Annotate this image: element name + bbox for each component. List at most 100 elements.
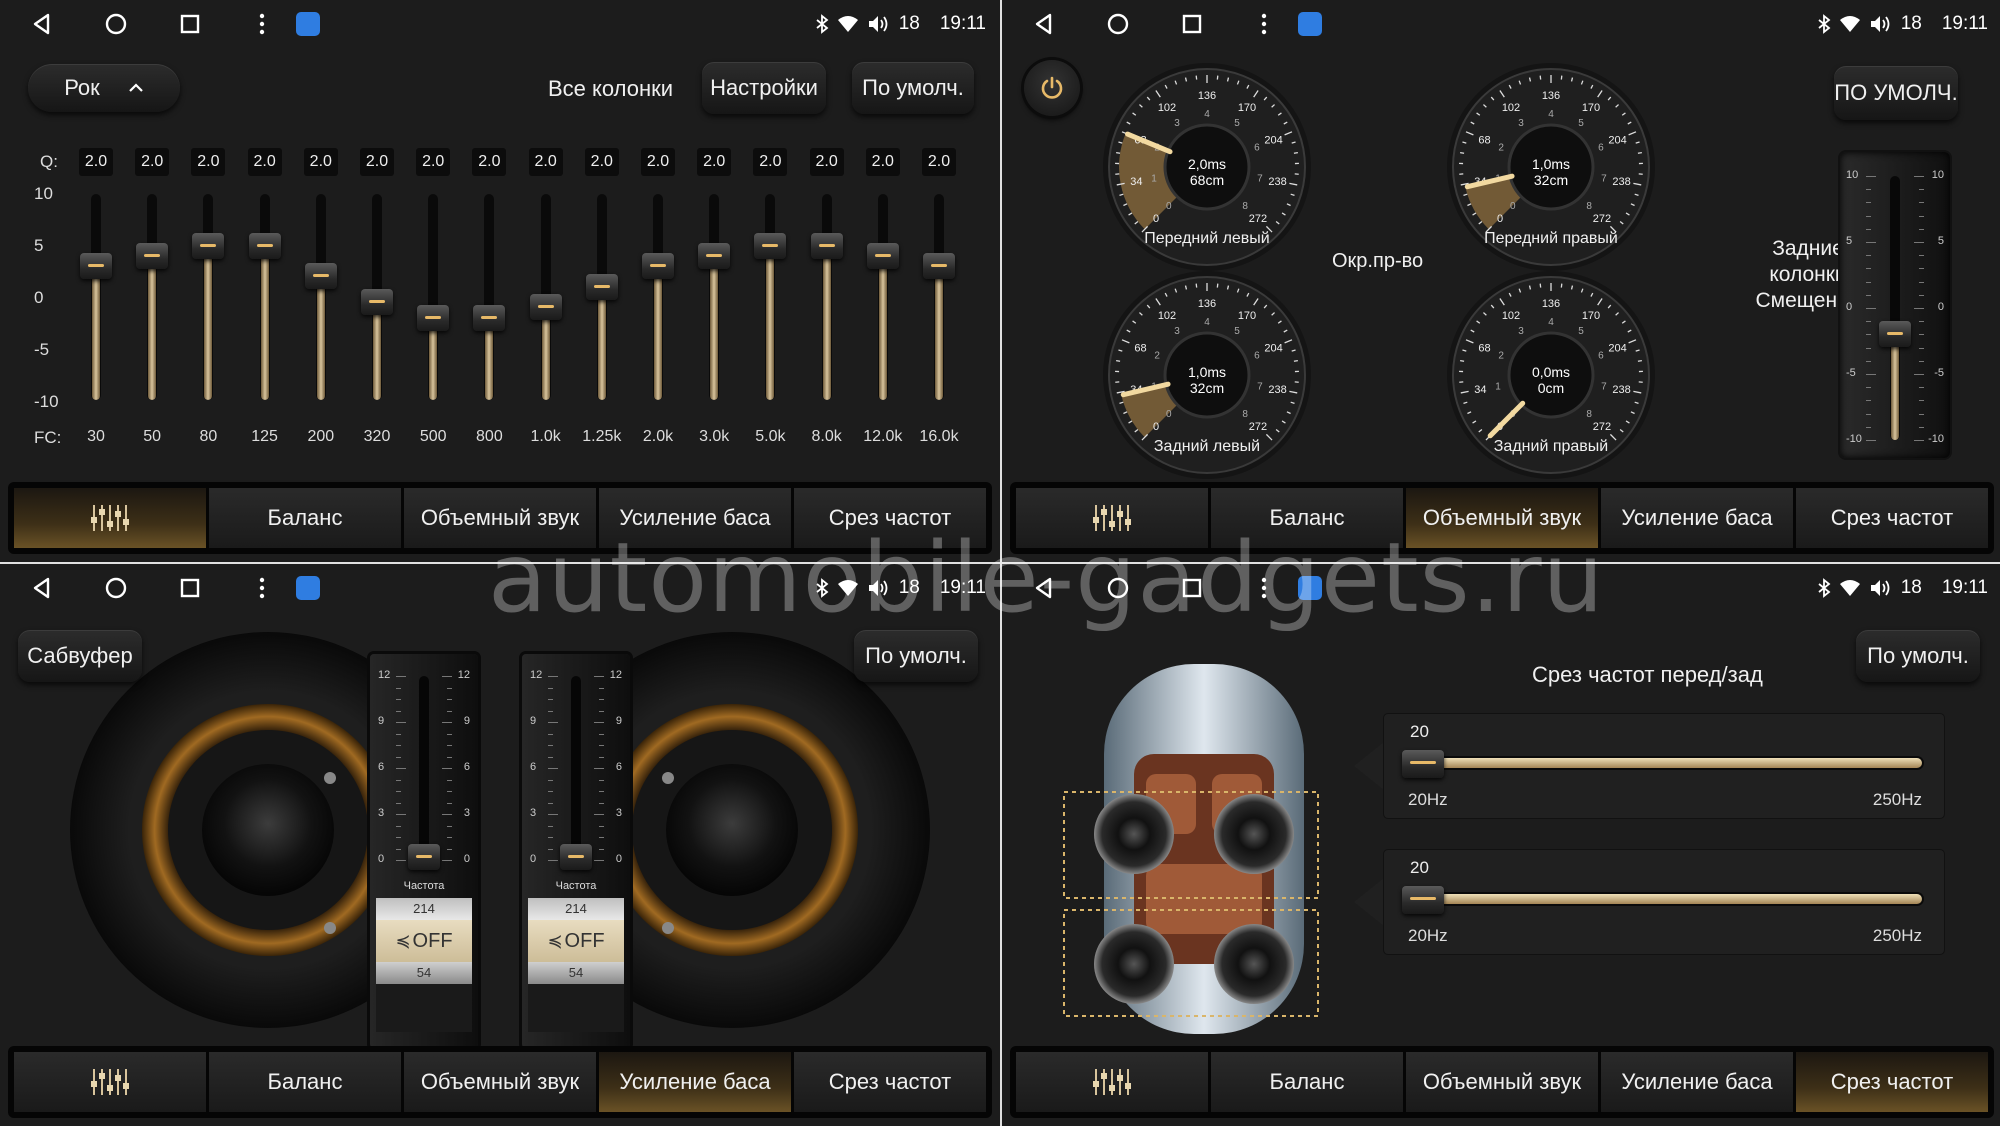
eq-slider-knob[interactable] (361, 289, 393, 316)
tab-bass-boost[interactable]: Усиление баса (1601, 1052, 1793, 1112)
default-button[interactable]: По умолч. (1856, 630, 1980, 682)
tab-crossover[interactable]: Срез частот (794, 1052, 986, 1112)
home-icon[interactable] (1104, 10, 1132, 38)
eq-slider-track[interactable] (147, 194, 158, 400)
freq-option-above[interactable]: 214 (528, 898, 624, 920)
rear-offset-slider[interactable]: 10 10 5 5 0 0 -5 -5 -10 -10 (1840, 152, 1950, 458)
q-value[interactable]: 2.0 (416, 148, 451, 176)
eq-slider-knob[interactable] (698, 242, 731, 269)
eq-slider-knob[interactable] (473, 304, 506, 331)
home-icon[interactable] (1104, 574, 1132, 602)
back-icon[interactable] (28, 10, 56, 38)
q-value[interactable]: 2.0 (528, 148, 563, 176)
q-value[interactable]: 2.0 (753, 148, 788, 176)
eq-slider-knob[interactable] (136, 242, 169, 269)
tab-crossover[interactable]: Срез частот (794, 488, 986, 548)
freq-option-selected[interactable]: ≼ OFF (376, 920, 472, 962)
crossover-slider-knob[interactable] (1402, 750, 1444, 778)
tab-equalizer[interactable] (1016, 1052, 1208, 1112)
back-icon[interactable] (1030, 574, 1058, 602)
eq-slider-track[interactable] (653, 194, 663, 400)
eq-slider-track[interactable] (203, 194, 214, 400)
home-icon[interactable] (102, 10, 130, 38)
tab-bass-boost[interactable]: Усиление баса (599, 1052, 791, 1112)
freq-selector[interactable]: 214 ≼ OFF 54 (528, 898, 624, 1032)
q-value[interactable]: 2.0 (79, 148, 113, 176)
tab-balance[interactable]: Баланс (1211, 1052, 1403, 1112)
tab-surround[interactable]: Объемный звук (1406, 1052, 1598, 1112)
q-value[interactable]: 2.0 (865, 148, 900, 176)
default-button[interactable]: ПО УМОЛЧ. (1834, 66, 1958, 120)
subwoofer-button[interactable]: Сабвуфер (18, 630, 142, 682)
eq-slider-track[interactable] (315, 194, 326, 400)
more-icon[interactable] (1250, 10, 1278, 38)
eq-slider-knob[interactable] (304, 263, 337, 290)
more-icon[interactable] (248, 10, 276, 38)
freq-selector[interactable]: 214 ≼ OFF 54 (376, 898, 472, 1032)
q-value[interactable]: 2.0 (922, 148, 956, 176)
tab-balance[interactable]: Баланс (209, 1052, 401, 1112)
eq-slider-track[interactable] (821, 194, 832, 400)
q-value[interactable]: 2.0 (135, 148, 170, 176)
eq-slider-knob[interactable] (866, 242, 899, 269)
q-value[interactable]: 2.0 (247, 148, 282, 176)
eq-slider-knob[interactable] (810, 232, 843, 259)
eq-slider-track[interactable] (91, 194, 101, 400)
eq-slider-knob[interactable] (754, 232, 787, 259)
recent-apps-icon[interactable] (176, 10, 204, 38)
eq-slider-track[interactable] (428, 194, 439, 400)
tab-equalizer[interactable] (14, 1052, 206, 1112)
q-value[interactable]: 2.0 (809, 148, 844, 176)
bass-slider-track[interactable] (419, 676, 429, 860)
q-value[interactable]: 2.0 (641, 148, 675, 176)
power-button[interactable] (1024, 60, 1080, 116)
q-value[interactable]: 2.0 (472, 148, 507, 176)
crossover-slider-knob[interactable] (1402, 886, 1444, 914)
eq-slider-knob[interactable] (248, 232, 281, 259)
tab-surround[interactable]: Объемный звук (404, 488, 596, 548)
app-notification-icon[interactable] (296, 12, 320, 36)
q-value[interactable]: 2.0 (303, 148, 338, 176)
tab-balance[interactable]: Баланс (1211, 488, 1403, 548)
tab-equalizer[interactable] (1016, 488, 1208, 548)
tab-equalizer[interactable] (14, 488, 206, 548)
eq-slider-track[interactable] (709, 194, 720, 400)
back-icon[interactable] (1030, 10, 1058, 38)
eq-slider-knob[interactable] (529, 294, 562, 321)
eq-slider-knob[interactable] (585, 273, 618, 300)
tab-bass-boost[interactable]: Усиление баса (599, 488, 791, 548)
eq-slider-track[interactable] (765, 194, 776, 400)
tab-surround[interactable]: Объемный звук (404, 1052, 596, 1112)
bass-slider-knob[interactable] (408, 844, 440, 870)
eq-slider-knob[interactable] (417, 304, 450, 331)
eq-slider-track[interactable] (877, 194, 888, 400)
tab-crossover[interactable]: Срез частот (1796, 1052, 1988, 1112)
default-button[interactable]: По умолч. (852, 62, 974, 114)
freq-option-selected[interactable]: ≼ OFF (528, 920, 624, 962)
eq-slider-knob[interactable] (642, 253, 674, 280)
eq-slider-track[interactable] (259, 194, 270, 400)
more-icon[interactable] (1250, 574, 1278, 602)
tab-surround[interactable]: Объемный звук (1406, 488, 1598, 548)
preset-dropdown[interactable]: Рок (28, 64, 180, 112)
eq-slider-knob[interactable] (80, 253, 112, 280)
settings-button[interactable]: Настройки (702, 62, 826, 114)
eq-slider-track[interactable] (934, 194, 944, 400)
freq-option-below[interactable]: 54 (528, 962, 624, 984)
freq-option-below[interactable]: 54 (376, 962, 472, 984)
tab-balance[interactable]: Баланс (209, 488, 401, 548)
tab-crossover[interactable]: Срез частот (1796, 488, 1988, 548)
rear-slider-knob[interactable] (1879, 321, 1911, 348)
crossover-slider-track[interactable] (1410, 892, 1924, 906)
recent-apps-icon[interactable] (1178, 10, 1206, 38)
app-notification-icon[interactable] (1298, 576, 1322, 600)
q-value[interactable]: 2.0 (360, 148, 394, 176)
q-value[interactable]: 2.0 (584, 148, 619, 176)
bass-slider-knob[interactable] (560, 844, 592, 870)
freq-option-above[interactable]: 214 (376, 898, 472, 920)
q-value[interactable]: 2.0 (191, 148, 226, 176)
eq-slider-knob[interactable] (192, 232, 225, 259)
default-button[interactable]: По умолч. (854, 630, 978, 682)
eq-slider-knob[interactable] (923, 253, 955, 280)
recent-apps-icon[interactable] (1178, 574, 1206, 602)
